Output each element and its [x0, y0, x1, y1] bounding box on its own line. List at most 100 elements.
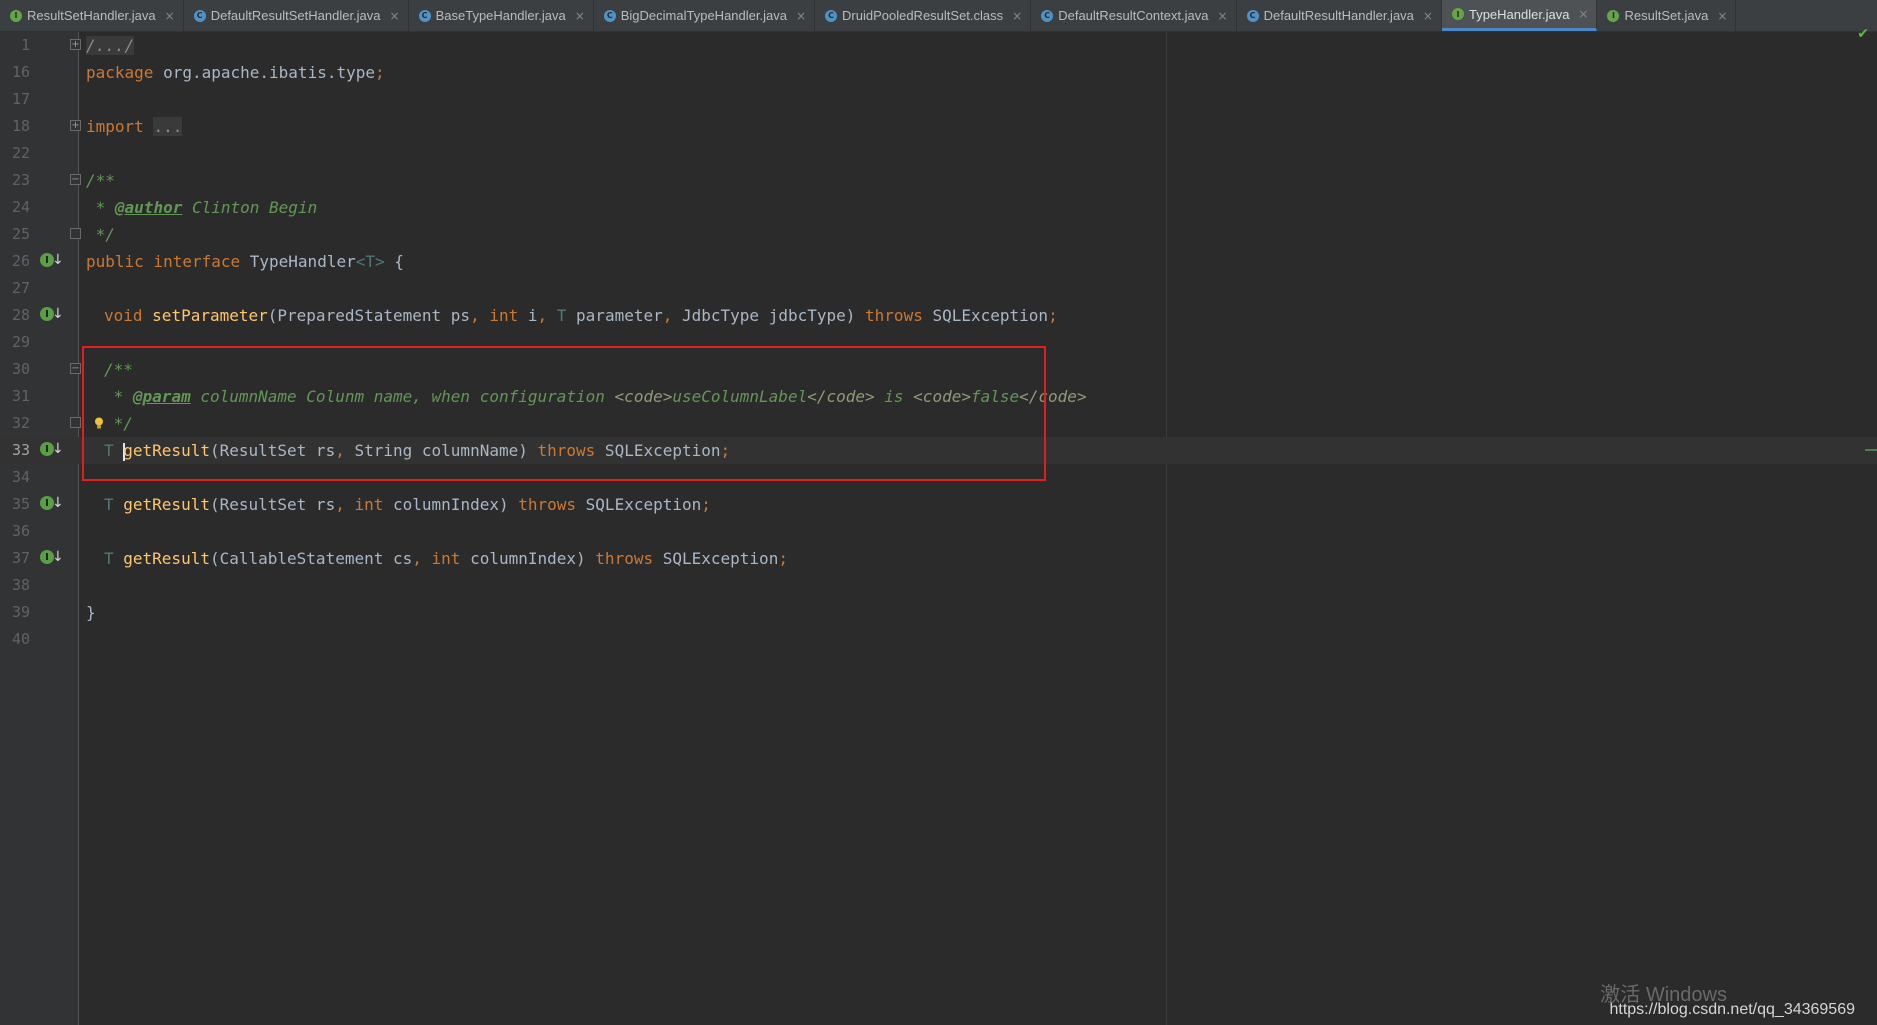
tab-label: DefaultResultContext.java [1058, 8, 1209, 23]
fold-collapse-icon[interactable]: − [70, 363, 81, 374]
editor-tab[interactable]: I ResultSetHandler.java × [0, 0, 184, 31]
code-editor[interactable]: 1 + /.../ 16 package org.apache.ibatis.t… [0, 32, 1877, 1025]
close-icon[interactable]: × [1012, 9, 1022, 23]
generic-type: T [104, 441, 124, 460]
close-icon[interactable]: × [165, 9, 175, 23]
comma: , [335, 495, 355, 514]
fold-collapse-icon[interactable]: − [70, 174, 81, 185]
tab-label: TypeHandler.java [1468, 6, 1570, 22]
line-number: 27 [11, 279, 30, 297]
interface-icon: I [1451, 8, 1464, 20]
keyword: void [104, 306, 143, 325]
folded-imports[interactable]: ... [153, 117, 183, 136]
editor-tab[interactable]: C DefaultResultSetHandler.java × [184, 0, 409, 31]
code-line: 36 [0, 518, 1877, 545]
line-number: 1 [20, 36, 30, 54]
close-icon[interactable]: × [1423, 9, 1433, 23]
keyword: int [354, 495, 384, 514]
line-number: 40 [11, 630, 30, 648]
line-number: 17 [11, 90, 30, 108]
generic-param: <T> [355, 252, 385, 271]
doc-comment: /** [104, 360, 133, 379]
comma: , [470, 306, 490, 325]
code-line: 18 + import ... [0, 113, 1877, 140]
editor-tab[interactable]: C BaseTypeHandler.java × [409, 0, 594, 31]
html-tag: </code> [1019, 387, 1087, 406]
folded-region[interactable]: /.../ [86, 36, 135, 55]
editor-tab[interactable]: I ResultSet.java × [1597, 0, 1737, 31]
html-tag: <code> [913, 387, 971, 406]
semicolon: ; [375, 63, 385, 82]
keyword: throws [537, 441, 596, 460]
param: String columnName) [354, 441, 538, 460]
interface-icon: I [1607, 9, 1620, 22]
line-number: 28 [11, 306, 30, 324]
line-number: 25 [11, 225, 30, 243]
down-arrow-icon[interactable]: ↓ [52, 441, 64, 459]
close-icon[interactable]: × [1218, 9, 1228, 23]
exception-type: SQLException [922, 306, 1049, 325]
doc-comment: */ [86, 225, 115, 244]
doc-comment: /** [86, 171, 115, 190]
tab-label: BaseTypeHandler.java [435, 8, 566, 23]
param: JdbcType jdbcType) [682, 306, 866, 325]
editor-tab[interactable]: C BigDecimalTypeHandler.java × [594, 0, 816, 31]
editor-tab[interactable]: I TypeHandler.java × [1441, 0, 1598, 31]
check-icon[interactable]: ✔ [1857, 26, 1869, 42]
exception-type: SQLException [653, 549, 779, 568]
code-line: 25 */ [0, 221, 1877, 248]
fold-expand-icon[interactable]: + [70, 39, 81, 50]
exception-type: SQLException [595, 441, 721, 460]
code-line: 1 + /.../ [0, 32, 1877, 59]
keyword: package [86, 63, 154, 82]
line-number: 24 [11, 198, 30, 216]
blog-url-watermark: https://blog.csdn.net/qq_34369569 [1609, 1001, 1855, 1018]
doc-comment: * [86, 198, 115, 217]
class-icon: C [825, 9, 838, 22]
tab-label: DefaultResultSetHandler.java [210, 8, 381, 23]
semicolon: ; [778, 549, 788, 568]
param: i [518, 306, 538, 325]
keyword: throws [595, 549, 654, 568]
editor-tab[interactable]: C DruidPooledResultSet.class × [815, 0, 1032, 31]
down-arrow-icon[interactable]: ↓ [52, 495, 64, 513]
interface-icon: I [10, 9, 22, 22]
code-line: 30 − /** [0, 356, 1877, 383]
method-name: setParameter [152, 306, 268, 325]
code-line: 27 [0, 275, 1877, 302]
line-number: 39 [11, 603, 30, 621]
close-icon[interactable]: × [1578, 7, 1588, 21]
comma: , [662, 306, 682, 325]
close-icon[interactable]: × [1717, 9, 1727, 23]
doc-tag: @author [114, 198, 183, 217]
fold-end-icon[interactable] [70, 228, 81, 239]
doc-comment: * [104, 387, 133, 406]
tab-label: ResultSetHandler.java [27, 8, 156, 23]
param: (CallableStatement cs [209, 549, 413, 568]
lightbulb-icon[interactable] [94, 417, 104, 429]
editor-tab[interactable]: C DefaultResultHandler.java × [1237, 0, 1442, 31]
close-icon[interactable]: × [796, 9, 806, 23]
keyword: throws [518, 495, 577, 514]
line-number: 34 [11, 468, 30, 486]
close-icon[interactable]: × [390, 9, 400, 23]
comma: , [412, 549, 432, 568]
class-icon: C [418, 9, 431, 22]
editor-tab[interactable]: C DefaultResultContext.java × [1031, 0, 1237, 31]
line-number: 36 [11, 522, 30, 540]
code-line-current: 33 I ↓ T getResult(ResultSet rs, String … [0, 437, 1877, 464]
scrollbar-marker[interactable] [1865, 449, 1877, 451]
line-number: 35 [11, 495, 30, 513]
down-arrow-icon[interactable]: ↓ [52, 252, 64, 270]
generic-type: T [104, 549, 124, 568]
fold-end-icon[interactable] [70, 417, 81, 428]
semicolon: ; [720, 441, 731, 460]
line-number: 22 [11, 144, 30, 162]
down-arrow-icon[interactable]: ↓ [52, 306, 64, 324]
code-line: 29 [0, 329, 1877, 356]
fold-expand-icon[interactable]: + [70, 120, 81, 131]
code-line: 22 [0, 140, 1877, 167]
keyword: int [431, 549, 461, 568]
close-icon[interactable]: × [575, 9, 585, 23]
down-arrow-icon[interactable]: ↓ [52, 549, 64, 567]
